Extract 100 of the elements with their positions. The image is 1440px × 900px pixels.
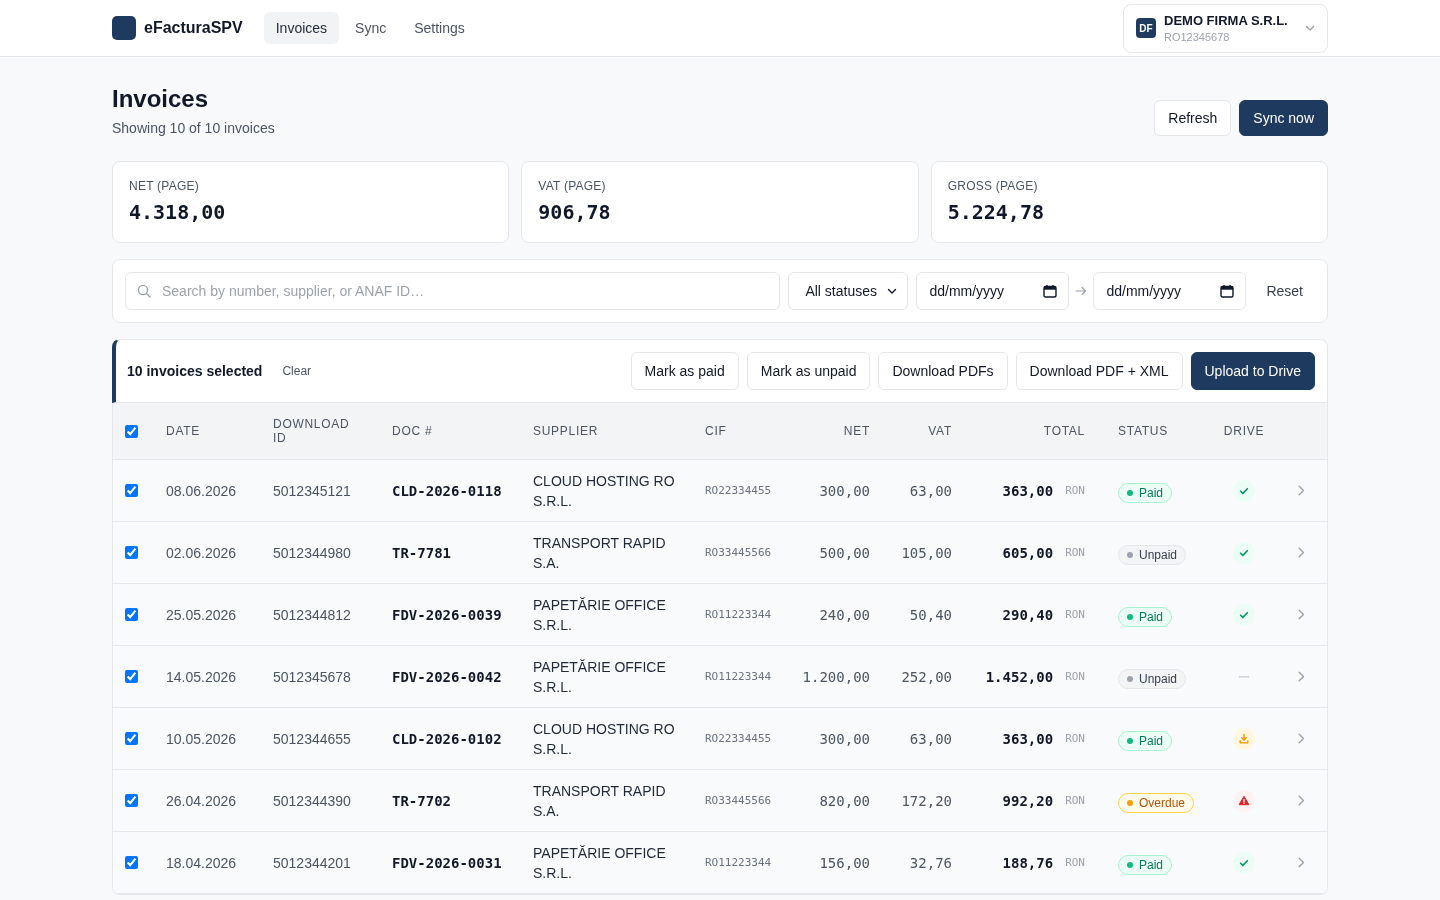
document-number: CLD-2026-0118 bbox=[392, 482, 502, 499]
row-checkbox[interactable] bbox=[125, 546, 138, 559]
stat-value: 5.224,78 bbox=[947, 199, 1045, 226]
currency-code: RON bbox=[1065, 856, 1085, 869]
status-label: Paid bbox=[1139, 857, 1164, 872]
supplier-name: TRANSPORT RAPID S.A. bbox=[533, 781, 667, 821]
column-header: DOWNLOAD ID bbox=[273, 417, 351, 445]
clear-button[interactable]: Clear bbox=[274, 360, 320, 382]
supplier-name: CLOUD HOSTING RO S.R.L. bbox=[533, 471, 676, 511]
select-all-checkbox[interactable] bbox=[125, 424, 138, 438]
status-dot-icon bbox=[1127, 613, 1133, 620]
status-dot-icon bbox=[1127, 799, 1133, 806]
download-id: 5012345121 bbox=[273, 482, 351, 499]
chevron-right-icon[interactable] bbox=[1298, 547, 1305, 558]
bulk-action-button[interactable]: Download PDFs bbox=[878, 352, 1008, 390]
vat-amount: 32,76 bbox=[909, 854, 952, 871]
currency-code: RON bbox=[1065, 670, 1085, 683]
nav-tab[interactable]: Invoices bbox=[263, 12, 340, 44]
document-number: FDV-2026-0039 bbox=[392, 606, 502, 623]
cif-code: RO33445566 bbox=[705, 794, 772, 807]
currency-code: RON bbox=[1065, 794, 1085, 807]
net-amount: 156,00 bbox=[819, 854, 870, 871]
column-header: VAT bbox=[928, 424, 952, 438]
bulk-action-button[interactable]: Mark as paid bbox=[630, 352, 739, 390]
status-label: Overdue bbox=[1139, 795, 1186, 810]
net-amount: 300,00 bbox=[819, 482, 870, 499]
invoice-date: 18.04.2026 bbox=[166, 854, 237, 871]
stat-value: 4.318,00 bbox=[129, 199, 227, 226]
company-cif: RO12345678 bbox=[1164, 31, 1231, 43]
currency-code: RON bbox=[1065, 546, 1085, 559]
bulk-action-button[interactable]: Upload to Drive bbox=[1190, 352, 1315, 390]
page-subtitle: Showing 10 of 10 invoices bbox=[112, 119, 275, 138]
net-amount: 1.200,00 bbox=[802, 668, 870, 685]
chevron-right-icon[interactable] bbox=[1298, 857, 1305, 868]
chevron-right-icon[interactable] bbox=[1298, 733, 1305, 744]
nav-tab[interactable]: Settings bbox=[402, 12, 477, 44]
stat-label: NET (PAGE) bbox=[129, 178, 200, 194]
invoice-date: 25.05.2026 bbox=[166, 606, 237, 623]
download-id: 5012345678 bbox=[273, 668, 351, 685]
document-number: FDV-2026-0042 bbox=[392, 668, 502, 685]
chevron-right-icon[interactable] bbox=[1298, 795, 1305, 806]
total-amount: 1.452,00 bbox=[985, 668, 1054, 685]
total-amount: 605,00 bbox=[1002, 544, 1054, 561]
company-initials-avatar: DF bbox=[1136, 18, 1156, 38]
download-id: 5012344201 bbox=[273, 854, 351, 871]
bulk-action-button[interactable]: Download PDF + XML bbox=[1015, 352, 1183, 390]
date-field[interactable]: dd/mm/yyyy bbox=[916, 272, 1070, 310]
cif-code: RO11223344 bbox=[705, 856, 772, 869]
total-amount: 363,00 bbox=[1002, 730, 1054, 747]
net-amount: 300,00 bbox=[819, 730, 870, 747]
vat-amount: 105,00 bbox=[901, 544, 952, 561]
chevron-down-icon bbox=[1305, 23, 1315, 33]
stat-value: 906,78 bbox=[538, 199, 612, 226]
status-dot-icon bbox=[1127, 861, 1133, 868]
row-checkbox[interactable] bbox=[125, 794, 138, 807]
document-number: TR-7702 bbox=[392, 792, 451, 809]
column-header: DRIVE bbox=[1223, 424, 1265, 438]
logo-icon bbox=[112, 16, 136, 40]
cif-code: RO11223344 bbox=[705, 670, 772, 683]
vat-amount: 252,00 bbox=[901, 668, 952, 685]
row-checkbox[interactable] bbox=[125, 732, 138, 745]
currency-code: RON bbox=[1065, 608, 1085, 621]
status-label: Unpaid bbox=[1139, 671, 1178, 686]
status-dot-icon bbox=[1127, 737, 1133, 744]
row-checkbox[interactable] bbox=[125, 608, 138, 621]
column-header: DOC # bbox=[392, 424, 433, 438]
status-select[interactable]: All statuses bbox=[788, 272, 909, 310]
net-amount: 500,00 bbox=[819, 544, 870, 561]
action-button[interactable]: Refresh bbox=[1154, 100, 1232, 136]
bulk-action-button[interactable]: Mark as unpaid bbox=[746, 352, 871, 390]
invoice-date: 10.05.2026 bbox=[166, 730, 237, 747]
net-amount: 240,00 bbox=[819, 606, 870, 623]
supplier-name: CLOUD HOSTING RO S.R.L. bbox=[533, 719, 676, 759]
date-field[interactable]: dd/mm/yyyy bbox=[1093, 272, 1247, 310]
search-field[interactable]: Search by number, supplier, or ANAF ID… bbox=[125, 272, 781, 310]
calendar-icon[interactable] bbox=[1220, 284, 1235, 298]
column-header: STATUS bbox=[1118, 424, 1168, 438]
company-switcher[interactable]: DF DEMO FIRMA S.R.L. RO12345678 bbox=[1123, 3, 1328, 53]
chevron-right-icon[interactable] bbox=[1298, 485, 1305, 496]
chevron-right-icon[interactable] bbox=[1298, 609, 1305, 620]
status-label: Unpaid bbox=[1139, 547, 1178, 562]
search-icon bbox=[137, 284, 151, 298]
row-checkbox[interactable] bbox=[125, 670, 138, 683]
row-checkbox[interactable] bbox=[125, 484, 138, 497]
total-amount: 992,20 bbox=[1002, 792, 1054, 809]
row-checkbox[interactable] bbox=[125, 856, 138, 869]
status-dot-icon bbox=[1127, 675, 1133, 682]
brand-name: eFacturaSPV bbox=[144, 19, 243, 37]
column-header: NET bbox=[843, 424, 870, 438]
currency-code: RON bbox=[1065, 484, 1085, 497]
reset-button[interactable]: Reset bbox=[1254, 272, 1315, 310]
chevron-right-icon[interactable] bbox=[1298, 671, 1305, 682]
cif-code: RO22334455 bbox=[705, 484, 772, 497]
invoice-date: 08.06.2026 bbox=[166, 482, 237, 499]
supplier-name: PAPETĂRIE OFFICE S.R.L. bbox=[533, 595, 667, 635]
action-button[interactable]: Sync now bbox=[1239, 100, 1328, 136]
download-id: 5012344390 bbox=[273, 792, 351, 809]
download-id: 5012344980 bbox=[273, 544, 351, 561]
nav-tab[interactable]: Sync bbox=[343, 12, 399, 44]
calendar-icon[interactable] bbox=[1043, 284, 1058, 298]
